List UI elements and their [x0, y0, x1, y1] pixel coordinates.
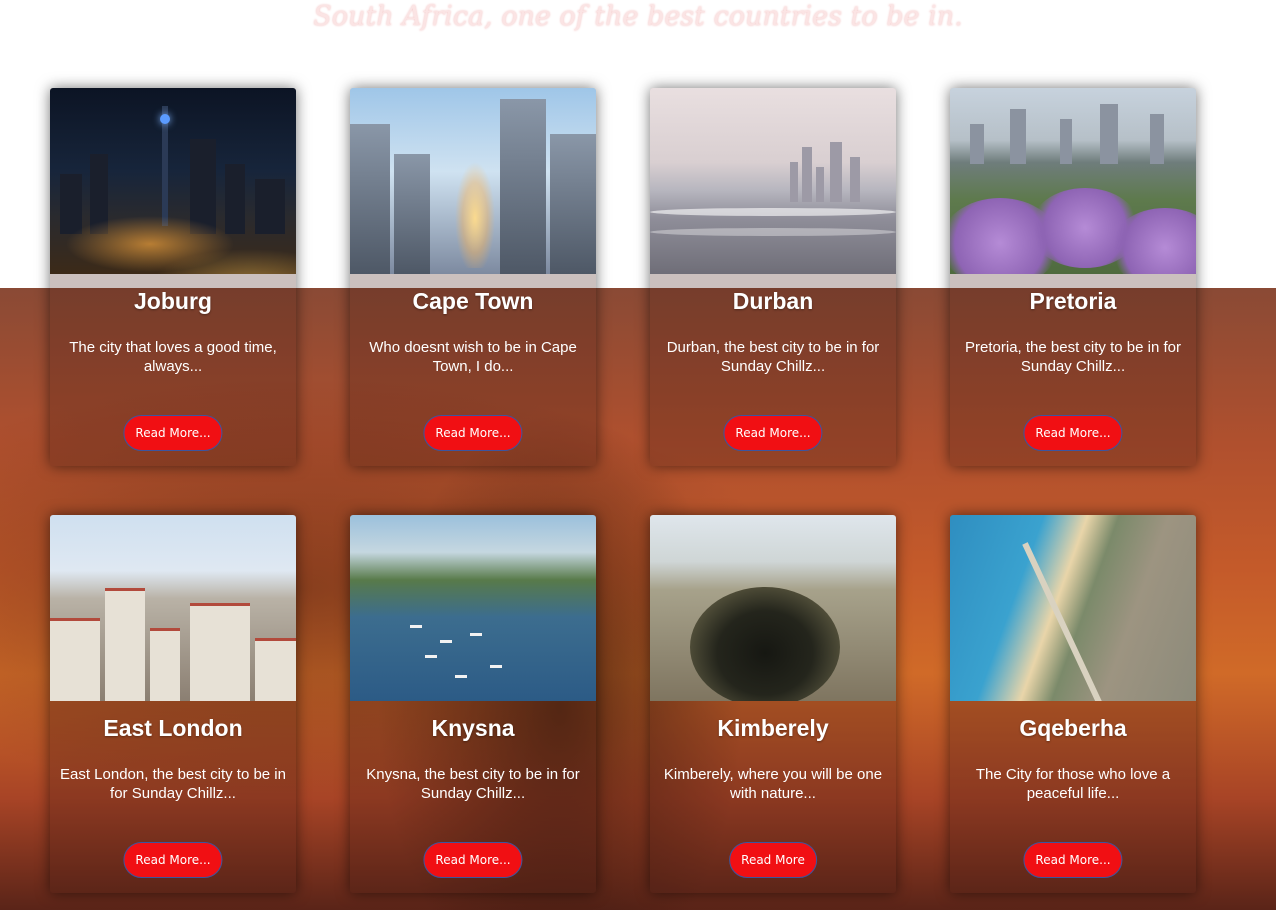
card-title: East London [103, 715, 243, 741]
kimberely-image [650, 515, 896, 701]
city-card-durban: Durban Durban, the best city to be in fo… [650, 88, 896, 466]
city-card-gqeberha: Gqeberha The City for those who love a p… [950, 515, 1196, 893]
city-card-kimberely: Kimberely Kimberely, where you will be o… [650, 515, 896, 893]
city-card-cape-town: Cape Town Who doesnt wish to be in Cape … [350, 88, 596, 466]
card-title: Kimberely [717, 715, 829, 741]
card-title: Cape Town [412, 288, 534, 314]
city-card-joburg: Joburg The city that loves a good time, … [50, 88, 296, 466]
pretoria-image [950, 88, 1196, 274]
card-description: The city that loves a good time, always.… [69, 339, 277, 375]
card-description: Kimberely, where you will be one with na… [663, 766, 883, 802]
page-heading: South Africa, one of the best countries … [313, 1, 963, 32]
city-card-knysna: Knysna Knysna, the best city to be in fo… [350, 515, 596, 893]
read-more-button[interactable]: Read More... [123, 415, 223, 451]
card-title: Knysna [431, 715, 515, 741]
city-card-east-london: East London East London, the best city t… [50, 515, 296, 893]
knysna-image [350, 515, 596, 701]
card-description: East London, the best city to be in for … [60, 766, 286, 802]
card-description: Pretoria, the best city to be in for Sun… [965, 339, 1181, 375]
read-more-button[interactable]: Read More... [1023, 415, 1123, 451]
gqeberha-image [950, 515, 1196, 701]
read-more-button[interactable]: Read More... [423, 415, 523, 451]
card-title: Gqeberha [1019, 715, 1127, 741]
card-description: Durban, the best city to be in for Sunda… [666, 339, 880, 375]
card-title: Durban [732, 288, 814, 314]
card-title: Joburg [134, 288, 212, 314]
read-more-button[interactable]: Read More... [723, 415, 823, 451]
card-description: The City for those who love a peaceful l… [975, 766, 1171, 802]
read-more-button[interactable]: Read More... [123, 842, 223, 878]
card-description: Knysna, the best city to be in for Sunda… [366, 766, 580, 802]
read-more-button[interactable]: Read More [729, 842, 817, 878]
joburg-image [50, 88, 296, 274]
east-london-image [50, 515, 296, 701]
card-title: Pretoria [1029, 288, 1117, 314]
read-more-button[interactable]: Read More... [1023, 842, 1123, 878]
durban-image [650, 88, 896, 274]
read-more-button[interactable]: Read More... [423, 842, 523, 878]
card-description: Who doesnt wish to be in Cape Town, I do… [369, 339, 577, 375]
cape-town-image [350, 88, 596, 274]
city-card-pretoria: Pretoria Pretoria, the best city to be i… [950, 88, 1196, 466]
